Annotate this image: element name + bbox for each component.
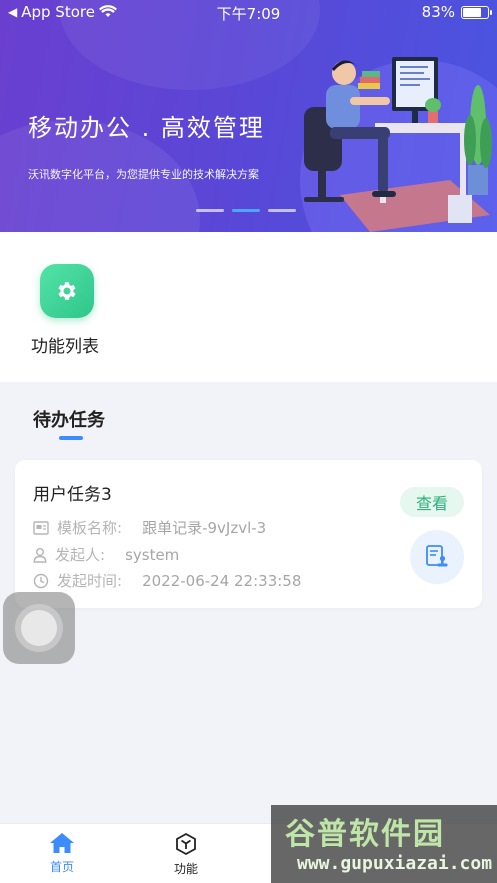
battery-percent: 83% <box>421 3 455 21</box>
assistive-touch-button[interactable] <box>3 592 75 664</box>
template-icon <box>33 520 49 535</box>
pagination-dot[interactable] <box>196 209 224 212</box>
pending-tab-indicator <box>59 436 83 440</box>
start-time-label: 发起时间: <box>57 572 123 590</box>
banner-title: 移动办公 . 高效管理 <box>28 114 265 142</box>
view-button[interactable]: 查看 <box>400 487 464 517</box>
start-time-row: 发起时间: 2022-06-24 22:33:58 <box>33 570 301 591</box>
feature-list-button[interactable] <box>40 264 94 318</box>
document-stamp-icon <box>426 545 448 567</box>
feature-section: 功能列表 <box>0 232 497 382</box>
pending-tasks-title[interactable]: 待办任务 <box>33 406 105 432</box>
initiator-value: system <box>125 545 180 564</box>
site-watermark: 谷普软件园 www.gupuxiazai.com <box>271 805 497 883</box>
tab-home[interactable]: 首页 <box>22 832 102 875</box>
tab-home-label: 首页 <box>49 860 74 874</box>
template-value: 跟单记录-9vJzvl-3 <box>142 519 267 537</box>
clock-icon <box>33 573 49 588</box>
initiator-label: 发起人: <box>55 546 106 564</box>
banner-subtitle: 沃讯数字化平台，为您提供专业的技术解决方案 <box>28 168 259 181</box>
initiator-row: 发起人: system <box>33 544 179 565</box>
cube-icon <box>176 832 196 856</box>
status-bar: ◀ App Store 下午7:09 83% <box>0 0 497 26</box>
template-label: 模板名称: <box>57 519 123 537</box>
banner-pagination[interactable] <box>196 209 296 212</box>
pagination-dot[interactable] <box>268 209 296 212</box>
feature-list-label[interactable]: 功能列表 <box>31 332 99 357</box>
template-row: 模板名称: 跟单记录-9vJzvl-3 <box>33 517 266 538</box>
banner[interactable]: ◀ App Store 下午7:09 83% 移动办公 . 高效管理 沃讯数字化… <box>0 0 497 232</box>
tab-functions[interactable]: 功能 <box>146 832 226 877</box>
pagination-dot-active[interactable] <box>232 209 260 212</box>
task-name: 用户任务3 <box>33 485 112 505</box>
task-form-icon <box>410 530 464 584</box>
assistive-touch-ring <box>15 604 63 652</box>
tab-functions-label: 功能 <box>173 862 198 876</box>
assistive-touch-core <box>21 610 57 646</box>
watermark-url: www.gupuxiazai.com <box>297 853 493 874</box>
task-card[interactable]: 用户任务3 模板名称: 跟单记录-9vJzvl-3 发起人: system 发起… <box>15 460 482 608</box>
home-icon <box>50 833 74 853</box>
user-icon <box>33 547 47 563</box>
battery-icon <box>461 5 492 19</box>
start-time-value: 2022-06-24 22:33:58 <box>142 571 302 590</box>
watermark-logo: 谷普软件园 <box>285 817 445 852</box>
gear-icon <box>58 282 76 300</box>
office-worker-illustration <box>304 57 492 232</box>
